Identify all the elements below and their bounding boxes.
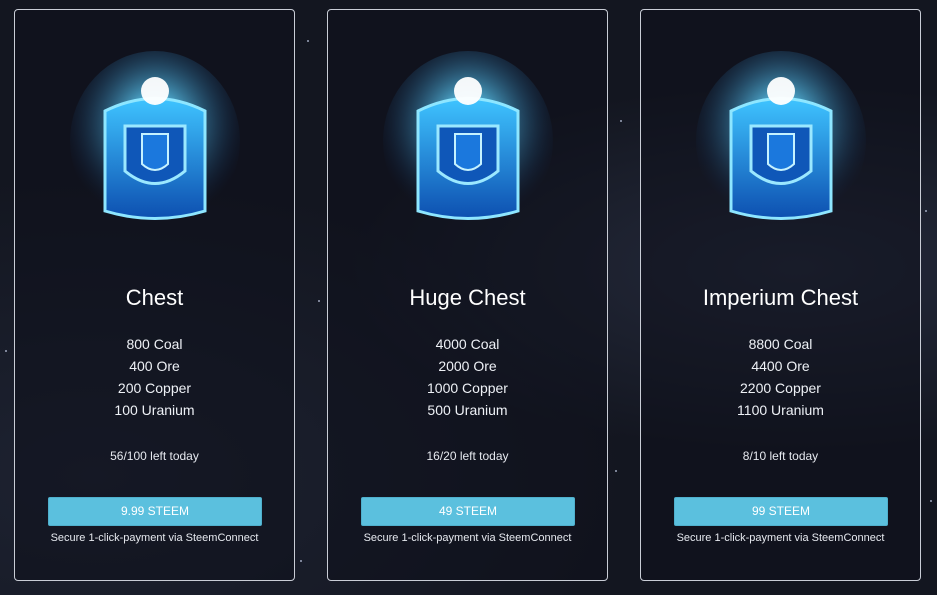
content-item-ore: 4400 Ore [751,358,810,374]
content-item-coal: 4000 Coal [435,336,500,352]
chest-card-huge-chest: Huge Chest 4000 Coal 2000 Ore 1000 Coppe… [327,9,608,581]
secure-payment-note: Secure 1-click-payment via SteemConnect [676,532,885,544]
content-item-copper: 1000 Copper [427,380,508,396]
content-item-copper: 2200 Copper [740,380,821,396]
card-title: Imperium Chest [702,285,859,310]
glowing-chest-icon [382,51,553,231]
content-item-ore: 2000 Ore [438,358,497,374]
content-item-uranium: 1100 Uranium [737,402,824,418]
content-item-coal: 800 Coal [126,336,183,352]
glowing-chest-icon [69,51,240,231]
stock-remaining: 8/10 left today [742,449,819,463]
card-title: Huge Chest [409,285,526,310]
chest-contents-list: 8800 Coal 4400 Ore 2200 Copper 1100 Uran… [641,333,920,421]
buy-imperium-chest-button[interactable]: 99 STEEM [674,497,888,526]
chest-contents-list: 4000 Coal 2000 Ore 1000 Copper 500 Urani… [328,333,607,421]
content-item-ore: 400 Ore [129,358,180,374]
content-item-copper: 200 Copper [117,380,192,396]
chest-contents-list: 800 Coal 400 Ore 200 Copper 100 Uranium [15,333,294,421]
secure-payment-note: Secure 1-click-payment via SteemConnect [363,532,572,544]
card-title: Chest [125,285,184,310]
content-item-uranium: 500 Uranium [427,402,508,418]
buy-chest-button[interactable]: 9.99 STEEM [48,497,262,526]
content-item-uranium: 100 Uranium [114,402,195,418]
buy-huge-chest-button[interactable]: 49 STEEM [361,497,575,526]
glowing-chest-icon [695,51,866,231]
stock-remaining: 16/20 left today [426,449,509,463]
secure-payment-note: Secure 1-click-payment via SteemConnect [50,532,259,544]
chest-card-chest: Chest 800 Coal 400 Ore 200 Copper 100 Ur… [14,9,295,581]
stock-remaining: 56/100 left today [110,449,199,463]
content-item-coal: 8800 Coal [748,336,813,352]
chest-card-imperium-chest: Imperium Chest 8800 Coal 4400 Ore 2200 C… [640,9,921,581]
